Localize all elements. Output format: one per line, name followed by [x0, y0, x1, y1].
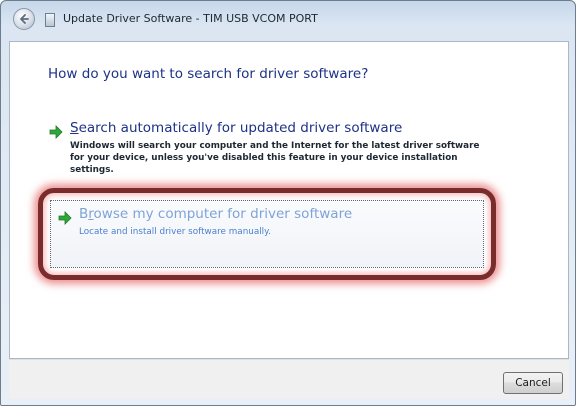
title-bar: Update Driver Software - TIM USB VCOM PO… — [1, 1, 575, 41]
device-icon — [45, 13, 55, 27]
browse-computer-option[interactable]: Browse my computer for driver software L… — [50, 200, 484, 268]
green-arrow-icon — [49, 125, 63, 139]
page-heading: How do you want to search for driver sof… — [48, 66, 369, 82]
content-panel: How do you want to search for driver sof… — [9, 41, 569, 359]
back-button[interactable] — [13, 8, 35, 30]
search-automatically-description: Windows will search your computer and th… — [70, 141, 480, 175]
browse-computer-description: Locate and install driver software manua… — [79, 227, 271, 237]
green-arrow-icon — [58, 211, 72, 225]
browse-computer-label: Browse my computer for driver software — [79, 206, 353, 222]
search-automatically-option[interactable]: Search automatically for updated driver … — [48, 120, 508, 180]
window-title: Update Driver Software - TIM USB VCOM PO… — [63, 12, 318, 25]
search-automatically-label: Search automatically for updated driver … — [70, 120, 403, 136]
footer-bar: Cancel — [9, 359, 569, 399]
back-arrow-icon — [20, 14, 29, 24]
cancel-button[interactable]: Cancel — [503, 372, 563, 394]
dialog-window: Update Driver Software - TIM USB VCOM PO… — [0, 0, 576, 406]
